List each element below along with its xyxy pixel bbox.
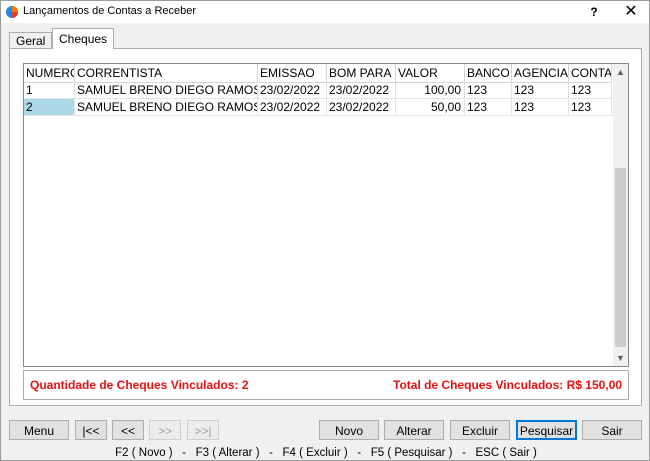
cell-valor[interactable]: 50,00 [396,99,465,116]
chevron-up-icon[interactable]: ▲ [613,64,628,80]
novo-button[interactable]: Novo [319,420,379,440]
pesquisar-button[interactable]: Pesquisar [516,420,577,440]
help-button[interactable]: ? [584,3,604,21]
cell-banco[interactable]: 123 [465,82,512,99]
cell-agencia[interactable]: 123 [512,82,569,99]
cheques-total: Total de Cheques Vinculados: R$ 150,00 [393,378,622,392]
title-bar: Lançamentos de Contas a Receber ? ✕ [1,1,649,23]
cell-banco[interactable]: 123 [465,99,512,116]
previous-record-button[interactable]: << [112,420,144,440]
summary-panel: Quantidade de Cheques Vinculados: 2 Tota… [23,370,629,400]
cell-emissao[interactable]: 23/02/2022 [258,82,327,99]
chevron-down-icon[interactable]: ▼ [613,350,628,366]
main-window: Lançamentos de Contas a Receber ? ✕ Gera… [0,0,650,461]
column-header-banco[interactable]: BANCO [465,64,512,82]
column-header-valor[interactable]: VALOR [396,64,465,82]
next-record-button[interactable]: >> [149,420,181,440]
cell-valor[interactable]: 100,00 [396,82,465,99]
cheques-quantity: Quantidade de Cheques Vinculados: 2 [30,378,249,392]
cell-emissao[interactable]: 23/02/2022 [258,99,327,116]
tab-geral[interactable]: Geral [9,32,53,49]
cell-conta[interactable]: 123 [569,82,612,99]
column-header-correntista[interactable]: CORRENTISTA [75,64,258,82]
column-header-numero[interactable]: NUMERO [24,64,75,82]
cell-conta[interactable]: 123 [569,99,612,116]
cheques-grid[interactable]: NUMERO CORRENTISTA EMISSAO BOM PARA VALO… [23,63,629,367]
alterar-button[interactable]: Alterar [384,420,444,440]
cell-bom-para[interactable]: 23/02/2022 [327,82,396,99]
window-title: Lançamentos de Contas a Receber [23,5,197,17]
cell-numero[interactable]: 2 [24,99,75,116]
sair-button[interactable]: Sair [582,420,642,440]
column-header-agencia[interactable]: AGENCIA [512,64,569,82]
menu-button[interactable]: Menu [9,420,69,440]
first-record-button[interactable]: |<< [75,420,107,440]
table-row[interactable]: 2 SAMUEL BRENO DIEGO RAMOS 23/02/2022 23… [24,99,612,116]
grid-header: NUMERO CORRENTISTA EMISSAO BOM PARA VALO… [24,64,612,83]
column-header-emissao[interactable]: EMISSAO [258,64,327,82]
table-row[interactable]: 1 SAMUEL BRENO DIEGO RAMOS 23/02/2022 23… [24,82,612,99]
column-header-bom-para[interactable]: BOM PARA [327,64,396,82]
column-header-conta[interactable]: CONTA [569,64,612,82]
cell-correntista[interactable]: SAMUEL BRENO DIEGO RAMOS [75,99,258,116]
cell-numero[interactable]: 1 [24,82,75,99]
tab-cheques[interactable]: Cheques [52,28,115,49]
cell-agencia[interactable]: 123 [512,99,569,116]
keyboard-shortcuts-bar: F2 ( Novo ) - F3 ( Alterar ) - F4 ( Excl… [115,447,537,459]
scrollbar-thumb[interactable] [615,168,626,347]
cell-correntista[interactable]: SAMUEL BRENO DIEGO RAMOS [75,82,258,99]
cell-bom-para[interactable]: 23/02/2022 [327,99,396,116]
app-logo-icon [6,6,18,18]
excluir-button[interactable]: Excluir [450,420,510,440]
close-button[interactable]: ✕ [621,3,641,21]
vertical-scrollbar[interactable]: ▲ ▼ [613,64,628,366]
last-record-button[interactable]: >>| [187,420,219,440]
